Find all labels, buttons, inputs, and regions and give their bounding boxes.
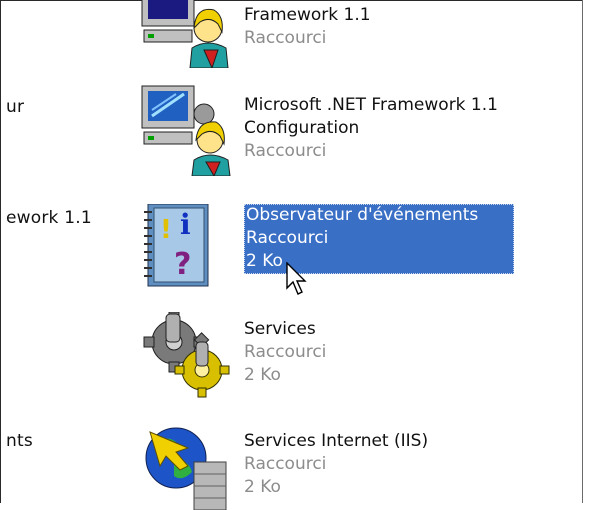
net-framework-config-icon (130, 84, 240, 176)
item-text: Services Raccourci 2 Ko (244, 318, 326, 387)
svg-text:?: ? (174, 247, 191, 282)
services-gears-icon (130, 312, 240, 402)
item-name: Microsoft .NET Framework 1.1 (244, 95, 498, 115)
item-name: Services (244, 319, 316, 339)
iis-globe-icon (130, 418, 240, 510)
list-item-net-framework[interactable]: Framework 1.1 Raccourci (130, 0, 580, 68)
right-scrollbar-edge[interactable] (582, 0, 591, 503)
item-type: Raccourci (244, 342, 327, 362)
window-left-border (0, 0, 1, 503)
item-type: Raccourci (244, 141, 327, 161)
selection-highlight[interactable]: Observateur d'événements Raccourci 2 Ko (244, 204, 514, 274)
list-item-services[interactable]: Services Raccourci 2 Ko (130, 312, 580, 404)
item-text: Microsoft .NET Framework 1.1 Configurati… (244, 94, 498, 163)
item-type: Raccourci (246, 228, 329, 248)
item-text: Framework 1.1 Raccourci (244, 4, 371, 50)
left-item-label[interactable]: nts (6, 431, 33, 451)
left-item-label[interactable]: ur (6, 97, 24, 117)
item-size: 2 Ko (244, 365, 281, 385)
item-type: Raccourci (244, 28, 327, 48)
item-name: Framework 1.1 (244, 5, 371, 25)
svg-text:!: ! (160, 215, 172, 245)
item-text: Services Internet (IIS) Raccourci 2 Ko (244, 430, 428, 499)
item-name: Observateur d'événements (246, 205, 479, 225)
item-size: 2 Ko (244, 477, 281, 497)
list-item-event-viewer[interactable]: ! i ? Observateur d'événements Raccourci… (130, 204, 580, 296)
list-item-iis[interactable]: Services Internet (IIS) Raccourci 2 Ko (130, 418, 580, 510)
item-type: Raccourci (244, 454, 327, 474)
net-framework-icon (130, 0, 240, 68)
mouse-pointer-icon (286, 261, 310, 296)
event-viewer-icon: ! i ? (130, 204, 240, 294)
item-name: Services Internet (IIS) (244, 431, 429, 451)
list-item-net-framework-config[interactable]: Microsoft .NET Framework 1.1 Configurati… (130, 84, 580, 176)
svg-text:i: i (180, 208, 191, 241)
item-name-line2: Configuration (244, 118, 360, 138)
item-text: Observateur d'événements Raccourci 2 Ko (246, 204, 478, 273)
left-item-label[interactable]: ework 1.1 (6, 208, 92, 228)
item-size: 2 Ko (246, 251, 283, 271)
